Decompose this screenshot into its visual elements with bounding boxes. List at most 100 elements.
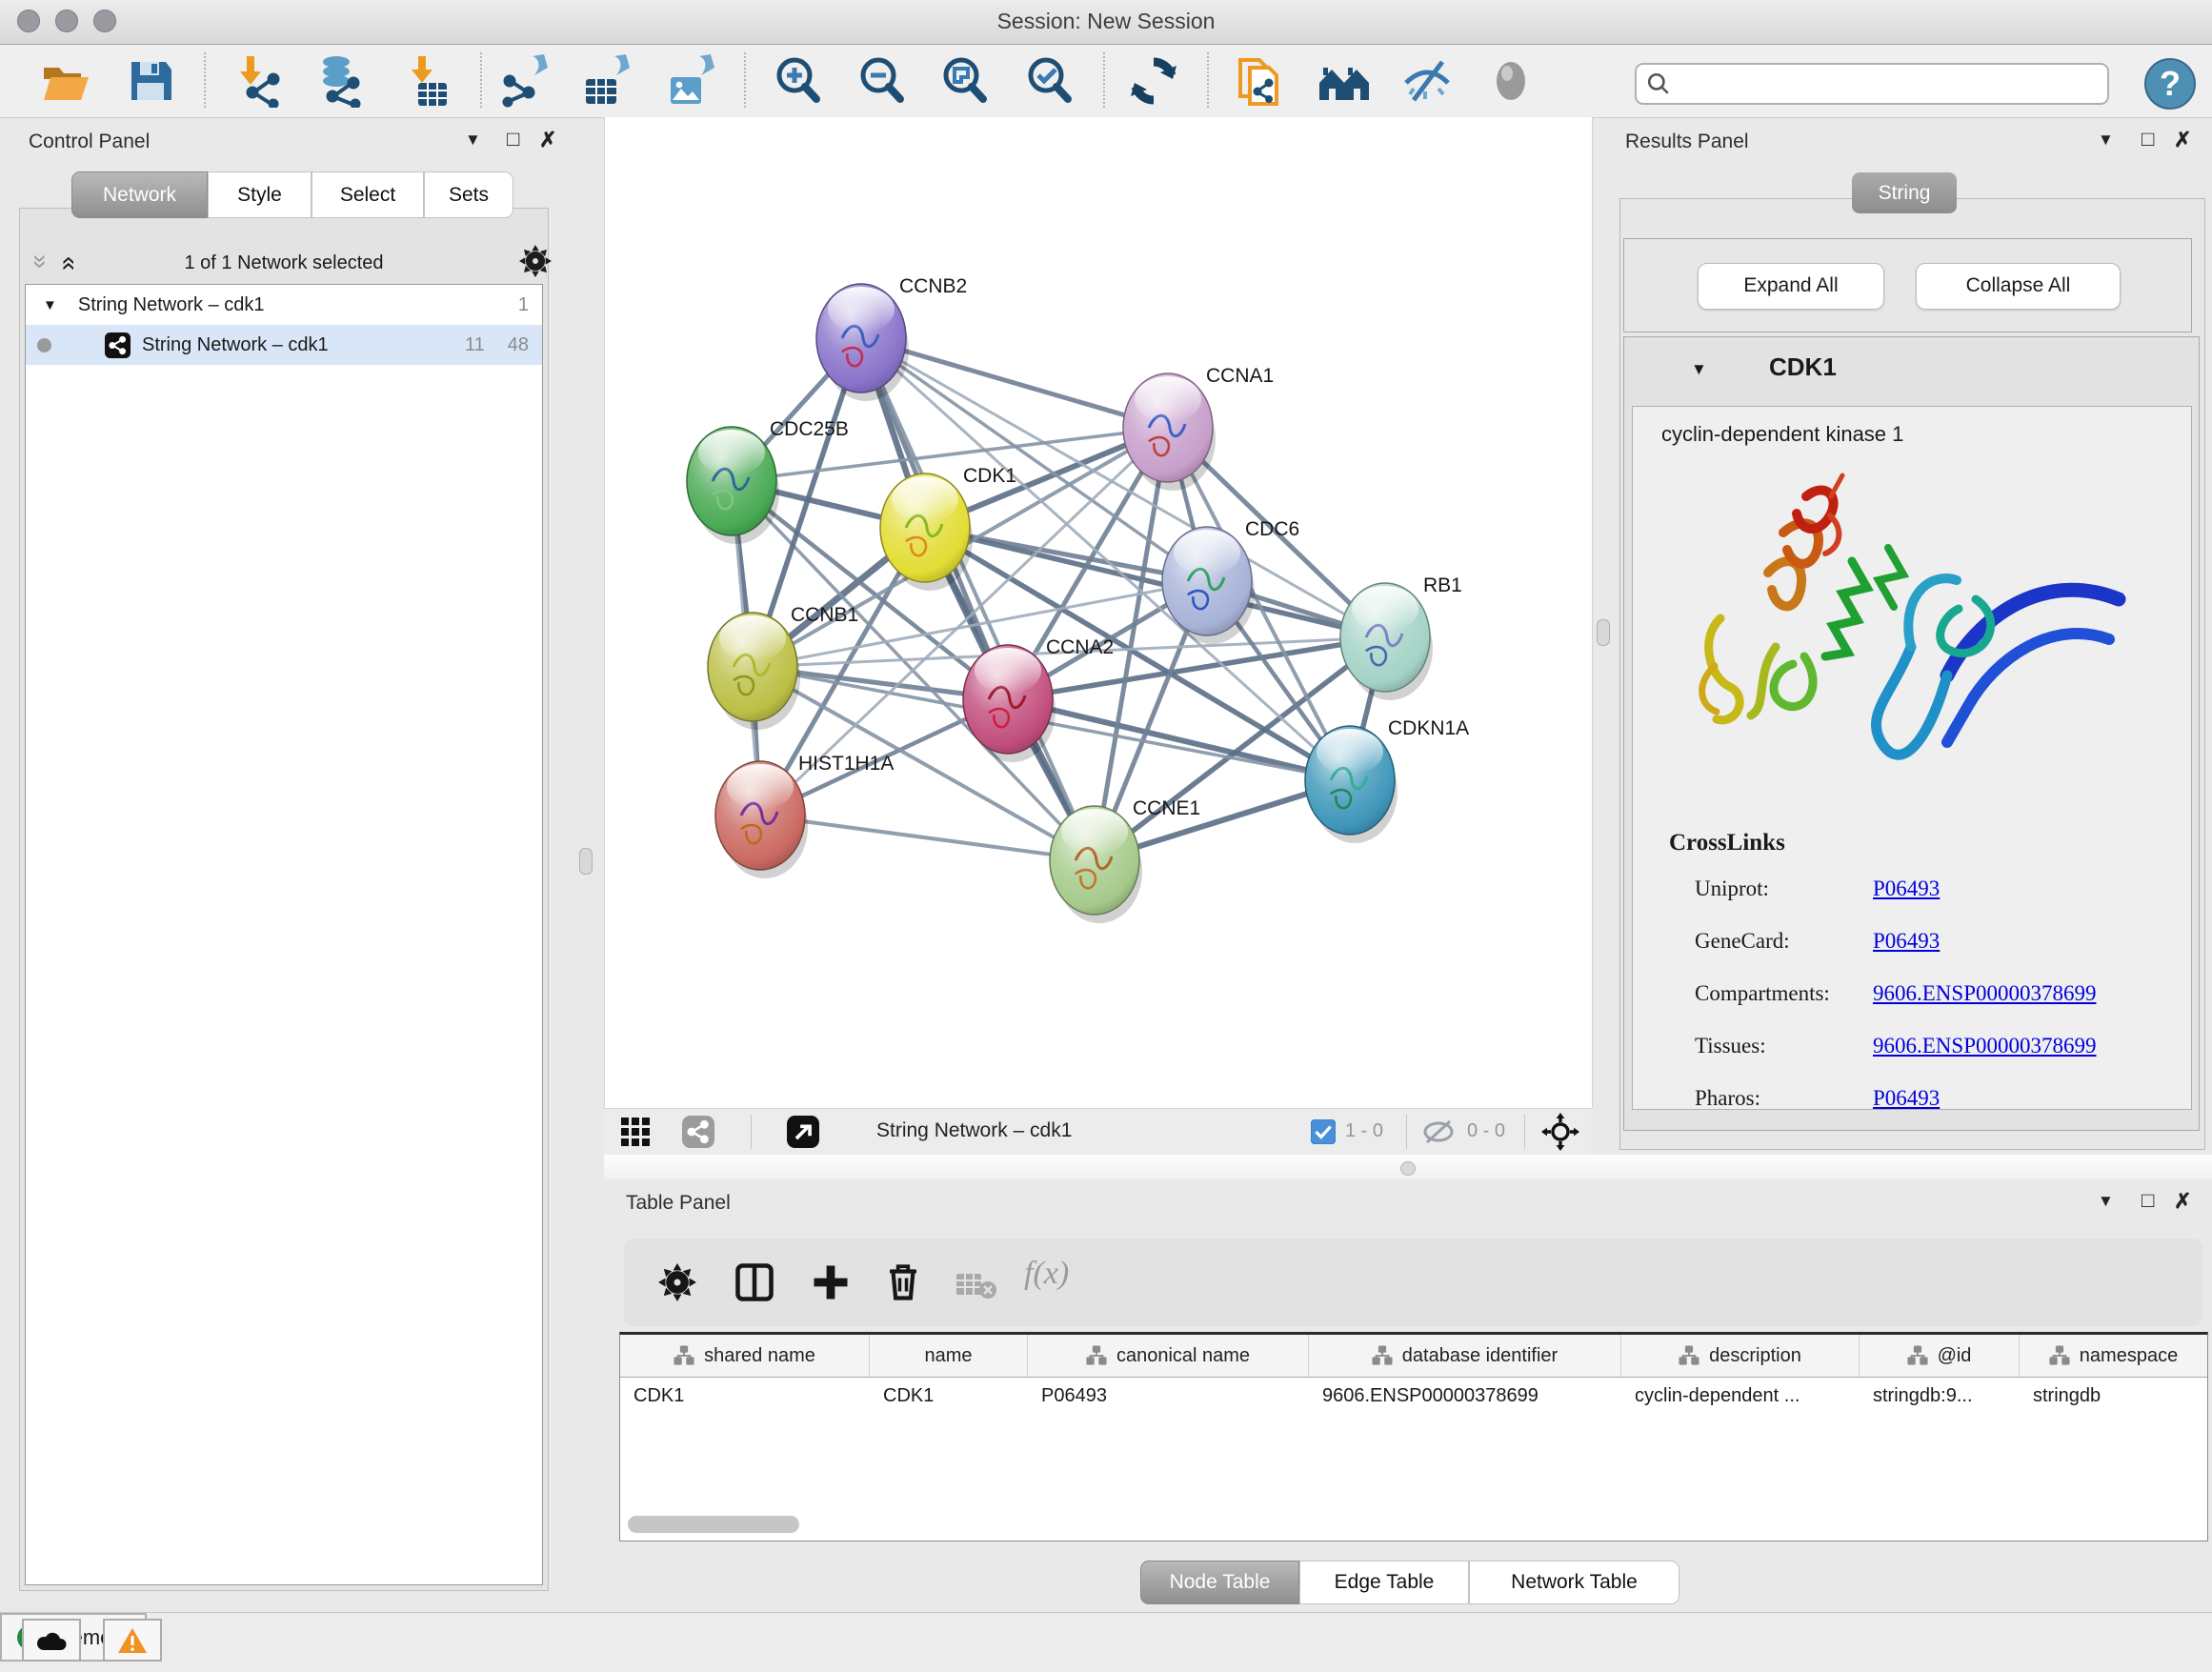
network-graph[interactable]: CCNB2CCNA1CDC25BCDK1CDC6RB1CCNB1CCNA2CDK… [605,117,1592,1108]
show-all-eye-icon[interactable] [1484,54,1538,108]
table-cell[interactable]: stringdb [2020,1385,2207,1407]
crosslink-link[interactable]: 9606.ENSP00000378699 [1873,1034,2097,1058]
left-divider-handle[interactable] [579,848,593,875]
network-node-rb1[interactable] [1340,583,1433,700]
table-cell[interactable]: CDK1 [870,1385,1028,1407]
results-panel-collapse-icon[interactable]: ▼ [2098,131,2114,150]
network-node-cdkn1a[interactable] [1305,726,1398,843]
results-panel-float-icon[interactable]: □ [2142,127,2154,151]
cloud-status-button[interactable] [22,1619,81,1662]
toolbar-separator [751,1115,752,1149]
refresh-view-icon[interactable] [1127,54,1180,108]
tab-string[interactable]: String [1852,172,1957,213]
zoom-in-icon[interactable] [772,54,825,108]
crosslink-link[interactable]: P06493 [1873,1086,1940,1111]
network-canvas[interactable]: CCNB2CCNA1CDC25BCDK1CDC6RB1CCNB1CCNA2CDK… [604,117,1593,1108]
crosslink-link[interactable]: P06493 [1873,929,1940,954]
entry-expander-icon[interactable]: ▼ [1691,360,1707,379]
table-cell[interactable]: CDK1 [620,1385,870,1407]
crosslink-link[interactable]: 9606.ENSP00000378699 [1873,981,2097,1006]
table-cell[interactable]: cyclin-dependent ... [1621,1385,1860,1407]
table-row[interactable]: CDK1 CDK1 P06493 9606.ENSP00000378699 cy… [620,1378,2207,1414]
tab-network-table[interactable]: Network Table [1469,1561,1679,1604]
control-panel-float-icon[interactable]: □ [507,127,519,151]
column-header[interactable]: description [1621,1335,1860,1377]
table-panel-float-icon[interactable]: □ [2142,1188,2154,1213]
network-node-ccne1[interactable] [1050,806,1142,923]
network-node-hist1h1a[interactable] [715,761,808,878]
table-cell[interactable]: 9606.ENSP00000378699 [1309,1385,1621,1407]
horizontal-divider-handle[interactable] [1400,1161,1416,1176]
tab-sets[interactable]: Sets [424,171,513,218]
right-divider-handle[interactable] [1597,619,1610,646]
table-panel-title: Table Panel [626,1192,731,1215]
table-options-gear-icon[interactable] [658,1263,696,1301]
network-node-ccna1[interactable] [1123,373,1216,491]
export-network-icon[interactable] [496,54,550,108]
tab-style[interactable]: Style [208,171,312,218]
network-node-cdc25b[interactable] [687,427,779,544]
tab-edge-table[interactable]: Edge Table [1299,1561,1469,1604]
control-panel-close-icon[interactable]: ✗ [539,128,556,152]
selected-checkbox-icon[interactable] [1311,1119,1336,1144]
network-node-ccnb2[interactable] [816,284,909,401]
column-header[interactable]: shared name [620,1335,870,1377]
network-edge[interactable] [861,338,1095,860]
column-header[interactable]: database identifier [1309,1335,1621,1377]
control-panel-collapse-icon[interactable]: ▼ [465,131,481,150]
column-type-icon [1679,1345,1699,1366]
results-panel-close-icon[interactable]: ✗ [2174,128,2191,152]
show-columns-icon[interactable] [734,1261,774,1303]
search-field[interactable] [1635,63,2109,105]
export-image-icon[interactable] [663,54,716,108]
horizontal-scrollbar-thumb[interactable] [628,1516,799,1533]
zoom-out-icon[interactable] [855,54,909,108]
network-edge[interactable] [760,816,1095,860]
table-panel-collapse-icon[interactable]: ▼ [2098,1192,2114,1211]
import-table-file-icon[interactable] [399,54,452,108]
import-network-database-icon[interactable] [312,54,365,108]
table-cell[interactable]: P06493 [1028,1385,1309,1407]
open-in-window-icon[interactable] [787,1116,819,1148]
search-input[interactable] [1671,72,2084,96]
help-icon[interactable]: ? [2143,57,2197,111]
column-header[interactable]: @id [1860,1335,2020,1377]
create-column-plus-icon[interactable] [811,1261,851,1303]
network-node-ccnb1[interactable] [708,613,800,730]
delete-column-trash-icon[interactable] [883,1259,923,1303]
zoom-selected-icon[interactable] [1023,54,1076,108]
network-node-cdk1[interactable] [880,473,973,591]
warning-status-button[interactable] [103,1619,162,1662]
crosslink-link[interactable]: P06493 [1873,876,1940,901]
open-session-icon[interactable] [38,54,91,108]
table-panel-close-icon[interactable]: ✗ [2174,1189,2191,1214]
tree-expander-icon[interactable]: ▼ [43,297,57,313]
network-node-ccna2[interactable] [963,645,1056,762]
tab-node-table[interactable]: Node Table [1140,1561,1299,1604]
collapse-all-button[interactable]: Collapse All [1916,263,2121,310]
pan-crosshair-icon[interactable] [1541,1113,1579,1151]
network-collection-row[interactable]: ▼ String Network – cdk1 1 [26,285,542,325]
column-header[interactable]: namespace [2020,1335,2207,1377]
network-row[interactable]: String Network – cdk1 11 48 [26,325,542,365]
birds-eye-grid-icon[interactable] [621,1118,652,1146]
search-icon [1646,71,1671,96]
network-share-icon[interactable] [682,1116,714,1148]
column-header[interactable]: name [870,1335,1028,1377]
import-network-file-icon[interactable] [231,54,285,108]
tab-select[interactable]: Select [312,171,424,218]
column-header[interactable]: canonical name [1028,1335,1309,1377]
network-options-gear-icon[interactable] [519,245,552,277]
expand-all-button[interactable]: Expand All [1698,263,1884,310]
table-cell[interactable]: stringdb:9... [1860,1385,2020,1407]
export-table-icon[interactable] [578,54,632,108]
new-network-from-selection-icon[interactable] [1233,54,1286,108]
hidden-eye-slash-icon[interactable] [1419,1119,1458,1144]
first-neighbors-icon[interactable] [1317,54,1371,108]
hide-selected-eye-icon[interactable] [1400,54,1454,108]
zoom-fit-icon[interactable] [938,54,992,108]
save-session-icon[interactable] [124,54,177,108]
horizontal-divider[interactable] [604,1155,2212,1179]
network-node-cdc6[interactable] [1162,527,1255,644]
tab-network[interactable]: Network [71,171,208,218]
